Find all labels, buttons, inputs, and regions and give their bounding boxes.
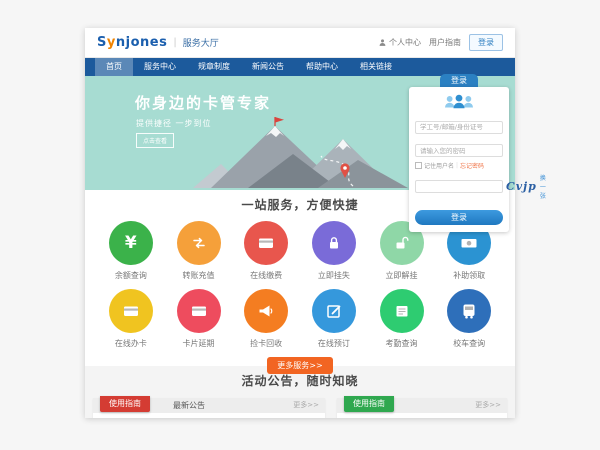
- service-circle[interactable]: [109, 289, 153, 333]
- more-link[interactable]: 更多>>: [475, 398, 501, 413]
- service-item-card-extension[interactable]: 卡片延期: [165, 289, 233, 349]
- megaphone-icon: [256, 301, 276, 321]
- announcement-panels: 使用指南 最新公告 更多>> 使用指南 更多>>: [85, 398, 515, 418]
- service-circle[interactable]: [177, 289, 221, 333]
- captcha-refresh-link[interactable]: 换一张: [540, 173, 546, 200]
- service-label: 余额查询: [115, 270, 147, 281]
- hero-title: 你身边的卡管专家: [135, 92, 271, 113]
- panel-body: [337, 413, 507, 418]
- service-label: 立即解挂: [386, 270, 418, 281]
- nav-item-home[interactable]: 首页: [95, 58, 133, 76]
- service-circle[interactable]: [447, 289, 491, 333]
- logo-text-pre: S: [97, 35, 107, 50]
- captcha-input[interactable]: [415, 180, 503, 193]
- remember-checkbox[interactable]: [415, 162, 422, 169]
- service-label: 立即挂失: [318, 270, 350, 281]
- service-label: 卡片延期: [183, 338, 215, 349]
- service-item-online-booking[interactable]: 在线预订: [300, 289, 368, 349]
- logo-accent: y: [107, 35, 116, 50]
- service-item-balance[interactable]: ¥ 余额查询: [97, 221, 165, 281]
- ribbon-tab-guide[interactable]: 使用指南: [100, 396, 150, 412]
- banknote-icon: [459, 233, 479, 253]
- edit-icon: [324, 301, 344, 321]
- yen-icon: ¥: [125, 233, 137, 253]
- service-label: 在线预订: [318, 338, 350, 349]
- personal-center-link[interactable]: 个人中心: [378, 37, 421, 48]
- logo-text-post: njones: [116, 35, 167, 50]
- service-label: 转账充值: [183, 270, 215, 281]
- tab-latest-news[interactable]: 最新公告: [173, 398, 205, 413]
- service-item-school-bus[interactable]: 校车查询: [435, 289, 503, 349]
- nav-item-related-links[interactable]: 相关链接: [349, 58, 403, 76]
- service-circle[interactable]: [312, 289, 356, 333]
- service-item-apply-card[interactable]: 在线办卡: [97, 289, 165, 349]
- transfer-icon: [189, 233, 209, 253]
- panel-header: 使用指南 最新公告 更多>>: [93, 398, 325, 413]
- login-tab[interactable]: 登录: [440, 74, 478, 87]
- login-options: 记住用户名 | 忘记密码: [415, 161, 503, 170]
- users-icon: [442, 93, 476, 110]
- service-label: 在线办卡: [115, 338, 147, 349]
- ribbon-tab-guide[interactable]: 使用指南: [344, 396, 394, 412]
- page: Synjones | 服务大厅 个人中心 用户指南 登录 首页 服务中心 规章制…: [85, 28, 515, 418]
- panel-body: [93, 413, 325, 418]
- announcement-panel-guide: 使用指南 更多>>: [337, 398, 507, 418]
- panel-header: 使用指南 更多>>: [337, 398, 507, 413]
- lock-icon: [324, 233, 344, 253]
- service-label: 在线缴费: [250, 270, 282, 281]
- service-circle[interactable]: [244, 289, 288, 333]
- more-link[interactable]: 更多>>: [293, 398, 319, 413]
- bank-card-icon: [256, 233, 276, 253]
- service-label: 补助领取: [453, 270, 485, 281]
- service-item-report-loss[interactable]: 立即挂失: [300, 221, 368, 281]
- announcements-section: 活动公告，随时知晓 使用指南 最新公告 更多>> 使用指南 更多>>: [85, 366, 515, 418]
- portal-name: 服务大厅: [183, 36, 219, 49]
- nav-item-rules[interactable]: 规章制度: [187, 58, 241, 76]
- service-circle[interactable]: [177, 221, 221, 265]
- service-item-transfer[interactable]: 转账充值: [165, 221, 233, 281]
- logo-divider: |: [173, 37, 176, 48]
- mountain-illustration: [193, 112, 408, 188]
- bank-card-icon: [121, 301, 141, 321]
- bus-icon: [459, 301, 479, 321]
- logo[interactable]: Synjones: [97, 35, 167, 50]
- nav-item-news[interactable]: 新闻公告: [241, 58, 295, 76]
- user-guide-link[interactable]: 用户指南: [429, 37, 461, 48]
- header: Synjones | 服务大厅 个人中心 用户指南 登录: [85, 28, 515, 58]
- unlock-icon: [392, 233, 412, 253]
- service-circle[interactable]: [380, 289, 424, 333]
- service-circle[interactable]: [244, 221, 288, 265]
- login-submit-button[interactable]: 登录: [415, 210, 503, 225]
- announcements-title: 活动公告，随时知晓: [85, 372, 515, 389]
- captcha-row: Cvjp 换一张: [415, 173, 503, 200]
- forgot-password-link[interactable]: 忘记密码: [460, 161, 484, 170]
- header-login-button[interactable]: 登录: [469, 34, 503, 51]
- personal-center-label: 个人中心: [389, 37, 421, 48]
- services-row-2: 在线办卡 卡片延期 捡卡回收 在线预订: [85, 289, 515, 349]
- login-panel: 登录 记住用户名 | 忘记密码 Cvjp 换一张 登录: [409, 74, 509, 232]
- hero-cta-button[interactable]: 点击查看: [136, 133, 174, 148]
- announcement-panel-news: 使用指南 最新公告 更多>>: [93, 398, 325, 418]
- login-body: 记住用户名 | 忘记密码 Cvjp 换一张 登录: [409, 87, 509, 232]
- service-circle[interactable]: ¥: [109, 221, 153, 265]
- service-item-card-recovery[interactable]: 捡卡回收: [232, 289, 300, 349]
- attendance-icon: [392, 301, 412, 321]
- person-icon: [378, 38, 387, 47]
- service-item-attendance[interactable]: 考勤查询: [368, 289, 436, 349]
- nav-item-service-center[interactable]: 服务中心: [133, 58, 187, 76]
- captcha-image[interactable]: Cvjp: [506, 180, 537, 193]
- service-label: 校车查询: [453, 338, 485, 349]
- user-guide-label: 用户指南: [429, 37, 461, 48]
- remember-label: 记住用户名: [424, 161, 454, 170]
- service-item-pay-online[interactable]: 在线缴费: [232, 221, 300, 281]
- service-label: 考勤查询: [386, 338, 418, 349]
- nav-item-help-center[interactable]: 帮助中心: [295, 58, 349, 76]
- username-input[interactable]: [415, 121, 503, 134]
- password-input[interactable]: [415, 144, 503, 157]
- bank-card-icon: [189, 301, 209, 321]
- header-right: 个人中心 用户指南 登录: [378, 34, 503, 51]
- service-circle[interactable]: [312, 221, 356, 265]
- options-separator: |: [456, 162, 458, 169]
- service-label: 捡卡回收: [250, 338, 282, 349]
